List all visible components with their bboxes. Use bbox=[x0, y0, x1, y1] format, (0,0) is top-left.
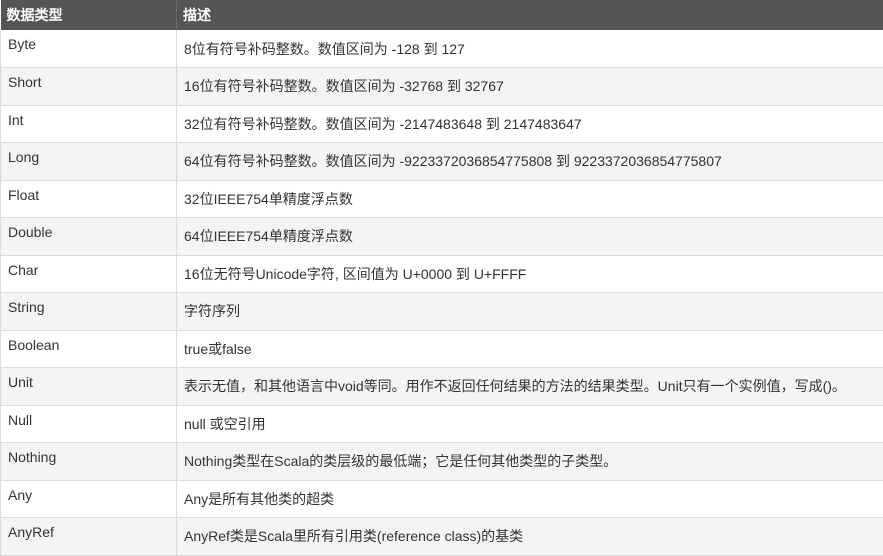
type-cell: Float bbox=[1, 180, 177, 218]
table-row: Double 64位IEEE754单精度浮点数 bbox=[1, 218, 883, 256]
description-cell: 64位IEEE754单精度浮点数 bbox=[177, 218, 883, 256]
table-row: Null null 或空引用 bbox=[1, 405, 883, 443]
type-cell: Char bbox=[1, 255, 177, 293]
header-type: 数据类型 bbox=[1, 0, 177, 30]
description-cell: 32位IEEE754单精度浮点数 bbox=[177, 180, 883, 218]
table-row: Unit 表示无值，和其他语言中void等同。用作不返回任何结果的方法的结果类型… bbox=[1, 368, 883, 406]
description-cell: 64位有符号补码整数。数值区间为 -9223372036854775808 到 … bbox=[177, 143, 883, 181]
description-cell: 表示无值，和其他语言中void等同。用作不返回任何结果的方法的结果类型。Unit… bbox=[177, 368, 883, 406]
table-row: String 字符序列 bbox=[1, 293, 883, 331]
table-row: Boolean true或false bbox=[1, 330, 883, 368]
type-cell: Long bbox=[1, 143, 177, 181]
description-cell: Nothing类型在Scala的类层级的最低端；它是任何其他类型的子类型。 bbox=[177, 443, 883, 481]
type-cell: Double bbox=[1, 218, 177, 256]
type-cell: Short bbox=[1, 68, 177, 106]
description-cell: 32位有符号补码整数。数值区间为 -2147483648 到 214748364… bbox=[177, 105, 883, 143]
description-cell: true或false bbox=[177, 330, 883, 368]
table-row: Short 16位有符号补码整数。数值区间为 -32768 到 32767 bbox=[1, 68, 883, 106]
table-row: Byte 8位有符号补码整数。数值区间为 -128 到 127 bbox=[1, 30, 883, 68]
table-row: AnyRef AnyRef类是Scala里所有引用类(reference cla… bbox=[1, 518, 883, 556]
data-types-table: 数据类型 描述 Byte 8位有符号补码整数。数值区间为 -128 到 127 … bbox=[0, 0, 883, 556]
description-cell: 16位有符号补码整数。数值区间为 -32768 到 32767 bbox=[177, 68, 883, 106]
type-cell: Null bbox=[1, 405, 177, 443]
table-row: Float 32位IEEE754单精度浮点数 bbox=[1, 180, 883, 218]
table-row: Char 16位无符号Unicode字符, 区间值为 U+0000 到 U+FF… bbox=[1, 255, 883, 293]
table-row: Int 32位有符号补码整数。数值区间为 -2147483648 到 21474… bbox=[1, 105, 883, 143]
table-body: Byte 8位有符号补码整数。数值区间为 -128 到 127 Short 16… bbox=[1, 30, 883, 555]
header-row: 数据类型 描述 bbox=[1, 0, 883, 30]
table-row: Any Any是所有其他类的超类 bbox=[1, 480, 883, 518]
type-cell: Boolean bbox=[1, 330, 177, 368]
header-description: 描述 bbox=[177, 0, 883, 30]
description-cell: Any是所有其他类的超类 bbox=[177, 480, 883, 518]
type-cell: Unit bbox=[1, 368, 177, 406]
type-cell: String bbox=[1, 293, 177, 331]
description-cell: 16位无符号Unicode字符, 区间值为 U+0000 到 U+FFFF bbox=[177, 255, 883, 293]
table-row: Nothing Nothing类型在Scala的类层级的最低端；它是任何其他类型… bbox=[1, 443, 883, 481]
type-cell: Any bbox=[1, 480, 177, 518]
type-cell: Int bbox=[1, 105, 177, 143]
description-cell: null 或空引用 bbox=[177, 405, 883, 443]
description-cell: AnyRef类是Scala里所有引用类(reference class)的基类 bbox=[177, 518, 883, 556]
table-row: Long 64位有符号补码整数。数值区间为 -92233720368547758… bbox=[1, 143, 883, 181]
type-cell: Nothing bbox=[1, 443, 177, 481]
description-cell: 字符序列 bbox=[177, 293, 883, 331]
description-cell: 8位有符号补码整数。数值区间为 -128 到 127 bbox=[177, 30, 883, 68]
type-cell: AnyRef bbox=[1, 518, 177, 556]
table-header: 数据类型 描述 bbox=[1, 0, 883, 30]
type-cell: Byte bbox=[1, 30, 177, 68]
